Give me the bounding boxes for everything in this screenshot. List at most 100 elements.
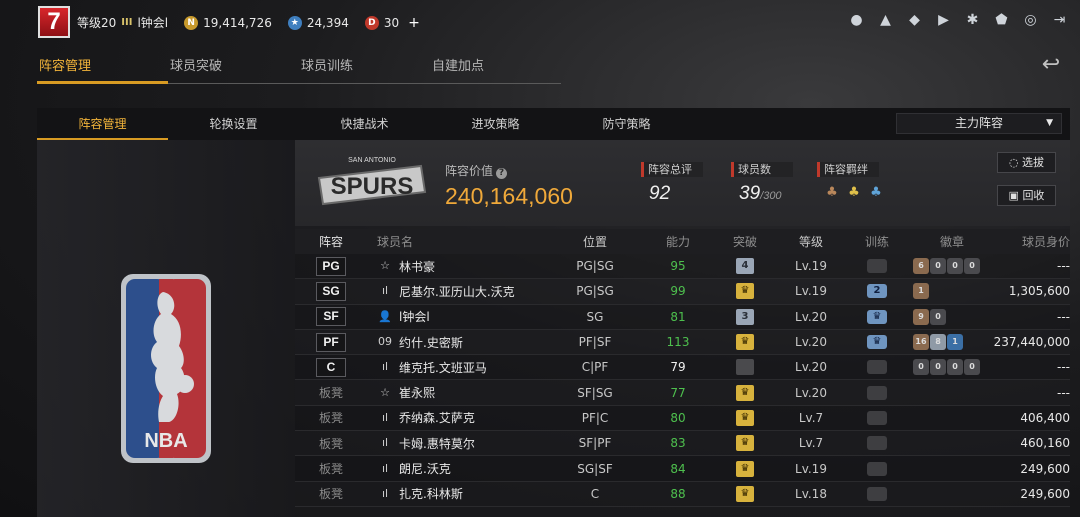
player-name-cell[interactable]: ıl 维克托.文班亚马: [367, 359, 547, 376]
breakthrough-cell[interactable]: ♛: [713, 409, 777, 426]
exit-icon[interactable]: ⇥: [1051, 12, 1068, 29]
breakthrough-cell[interactable]: ♛: [713, 283, 777, 300]
header-ability[interactable]: 能力: [643, 233, 713, 250]
support-headset-icon[interactable]: ◎: [1022, 12, 1039, 29]
recycle-button[interactable]: ▣ 回收: [997, 185, 1056, 206]
player-level-badge[interactable]: 7: [38, 6, 70, 38]
lineup-slot[interactable]: PF: [295, 332, 367, 352]
training-cell[interactable]: [845, 461, 909, 476]
badge-cell[interactable]: 1: [909, 283, 991, 300]
table-row[interactable]: SF 👤 l钟会l SG 81 3 Lv.20 ♛ 90 ---: [295, 304, 1070, 330]
header-badge[interactable]: 徽章: [909, 233, 991, 250]
select-button[interactable]: ◌ 选拔: [997, 152, 1056, 173]
table-row[interactable]: PG ☆ 林书豪 PG|SG 95 4 Lv.19 6000 ---: [295, 254, 1070, 280]
tab-roster-management[interactable]: 阵容管理: [37, 55, 168, 84]
help-icon[interactable]: ?: [496, 168, 508, 179]
table-row[interactable]: 板凳 ıl 卡姆.惠特莫尔 SF|PF 83 ♛ Lv.7 460,160: [295, 431, 1070, 457]
video-icon[interactable]: ▶: [935, 12, 952, 29]
subtab-defense[interactable]: 防守策略: [561, 108, 692, 140]
subtab-rotation[interactable]: 轮换设置: [168, 108, 299, 140]
header-grade[interactable]: 等级: [777, 233, 845, 250]
player-name-cell[interactable]: ıl 扎克.科林斯: [367, 485, 547, 502]
add-currency-button[interactable]: +: [408, 15, 420, 31]
subtab-quick-tactics[interactable]: 快捷战术: [299, 108, 430, 140]
header-breakthrough[interactable]: 突破: [713, 233, 777, 250]
tab-player-training[interactable]: 球员训练: [299, 55, 430, 84]
training-cell[interactable]: ♛: [845, 309, 909, 324]
player-name-cell[interactable]: ıl 尼基尔.亚历山大.沃克: [367, 283, 547, 300]
table-row[interactable]: C ıl 维克托.文班亚马 C|PF 79 Lv.20 0000 ---: [295, 355, 1070, 381]
player-role-icon: ☆: [380, 259, 390, 273]
header-position[interactable]: 位置: [547, 233, 643, 250]
lineup-slot[interactable]: 板凳: [295, 460, 367, 477]
lineup-slot[interactable]: 板凳: [295, 384, 367, 401]
player-name-cell[interactable]: ıl 朗尼.沃克: [367, 460, 547, 477]
table-row[interactable]: 板凳 ıl 乔纳森.艾萨克 PF|C 80 ♛ Lv.7 406,400: [295, 405, 1070, 432]
lineup-slot[interactable]: SG: [295, 281, 367, 301]
training-level: 2: [867, 284, 887, 299]
lineup-slot[interactable]: PG: [295, 256, 367, 276]
lineup-dropdown[interactable]: 主力阵容 ▼: [896, 113, 1062, 134]
training-cell[interactable]: 2: [845, 284, 909, 299]
player-name-cell[interactable]: ☆ 林书豪: [367, 258, 547, 275]
breakthrough-cell[interactable]: ♛: [713, 334, 777, 351]
header-player-value[interactable]: 球员身价: [991, 233, 1070, 250]
breakthrough-cell[interactable]: 4: [713, 258, 777, 275]
settings-gear-icon[interactable]: ✱: [964, 12, 981, 29]
subtab-roster[interactable]: 阵容管理: [37, 108, 168, 140]
breakthrough-cell[interactable]: ♛: [713, 384, 777, 401]
lineup-slot[interactable]: C: [295, 357, 367, 377]
player-name: 乔纳森.艾萨克: [399, 411, 475, 426]
player-grade: Lv.20: [795, 360, 827, 375]
training-cell[interactable]: [845, 436, 909, 451]
training-level: ♛: [867, 309, 887, 324]
table-row[interactable]: SG ıl 尼基尔.亚历山大.沃克 PG|SG 99 ♛ Lv.19 2 1 1…: [295, 279, 1070, 305]
player-name-cell[interactable]: 👤 l钟会l: [367, 308, 547, 325]
table-row[interactable]: 板凳 ıl 朗尼.沃克 SG|SF 84 ♛ Lv.19 249,600: [295, 456, 1070, 482]
badge-cell[interactable]: 0000: [909, 359, 991, 376]
player-value: 460,160: [1020, 436, 1070, 451]
breakthrough-cell[interactable]: [713, 359, 777, 376]
player-grade: Lv.18: [795, 486, 827, 501]
table-row[interactable]: PF 09 约什.史密斯 PF|SF 113 ♛ Lv.20 ♛ 16 8 1 23…: [295, 330, 1070, 356]
player-ability: 99: [670, 284, 686, 299]
shield-icon[interactable]: ⬟: [993, 12, 1010, 29]
breakthrough-cell[interactable]: ♛: [713, 460, 777, 477]
breakthrough-cell[interactable]: ♛: [713, 435, 777, 452]
player-name-cell[interactable]: ☆ 崔永熙: [367, 384, 547, 401]
training-cell[interactable]: [845, 385, 909, 400]
player-name-cell[interactable]: 09 约什.史密斯: [367, 334, 547, 351]
header-training[interactable]: 训练: [845, 233, 909, 250]
breakthrough-cell[interactable]: 3: [713, 308, 777, 325]
badge-cell[interactable]: 6000: [909, 258, 991, 275]
notification-bell-icon[interactable]: ▲: [877, 12, 894, 29]
header-lineup[interactable]: 阵容: [295, 233, 367, 250]
table-row[interactable]: 板凳 ☆ 崔永熙 SF|SG 77 ♛ Lv.20 ---: [295, 380, 1070, 406]
bond-icons[interactable]: ♣ ♣ ♣: [817, 185, 885, 201]
player-name-cell[interactable]: ıl 乔纳森.艾萨克: [367, 409, 547, 426]
training-cell[interactable]: [845, 486, 909, 501]
lineup-slot[interactable]: 板凳: [295, 435, 367, 452]
training-cell[interactable]: [845, 410, 909, 425]
friends-icon[interactable]: ◆: [906, 12, 923, 29]
player-name: 崔永熙: [399, 386, 436, 401]
badge-count: 1: [947, 334, 963, 351]
profile-icon[interactable]: ●: [848, 12, 865, 29]
tab-player-breakthrough[interactable]: 球员突破: [168, 55, 299, 84]
breakthrough-cell[interactable]: ♛: [713, 485, 777, 502]
subtab-offense[interactable]: 进攻策略: [430, 108, 561, 140]
tab-custom-points[interactable]: 自建加点: [430, 55, 561, 84]
badge-count: 1: [913, 283, 929, 300]
lineup-slot[interactable]: 板凳: [295, 485, 367, 502]
training-cell[interactable]: [845, 259, 909, 274]
badge-cell[interactable]: 90: [909, 308, 991, 325]
back-arrow-icon[interactable]: ↩: [1034, 54, 1068, 76]
training-cell[interactable]: ♛: [845, 335, 909, 350]
training-cell[interactable]: [845, 360, 909, 375]
star-coin-icon: ★: [287, 15, 302, 30]
table-row[interactable]: 板凳 ıl 扎克.科林斯 C 88 ♛ Lv.18 249,600: [295, 482, 1070, 507]
player-name-cell[interactable]: ıl 卡姆.惠特莫尔: [367, 435, 547, 452]
lineup-slot[interactable]: SF: [295, 307, 367, 327]
badge-cell[interactable]: 16 8 1: [909, 334, 991, 351]
lineup-slot[interactable]: 板凳: [295, 409, 367, 426]
